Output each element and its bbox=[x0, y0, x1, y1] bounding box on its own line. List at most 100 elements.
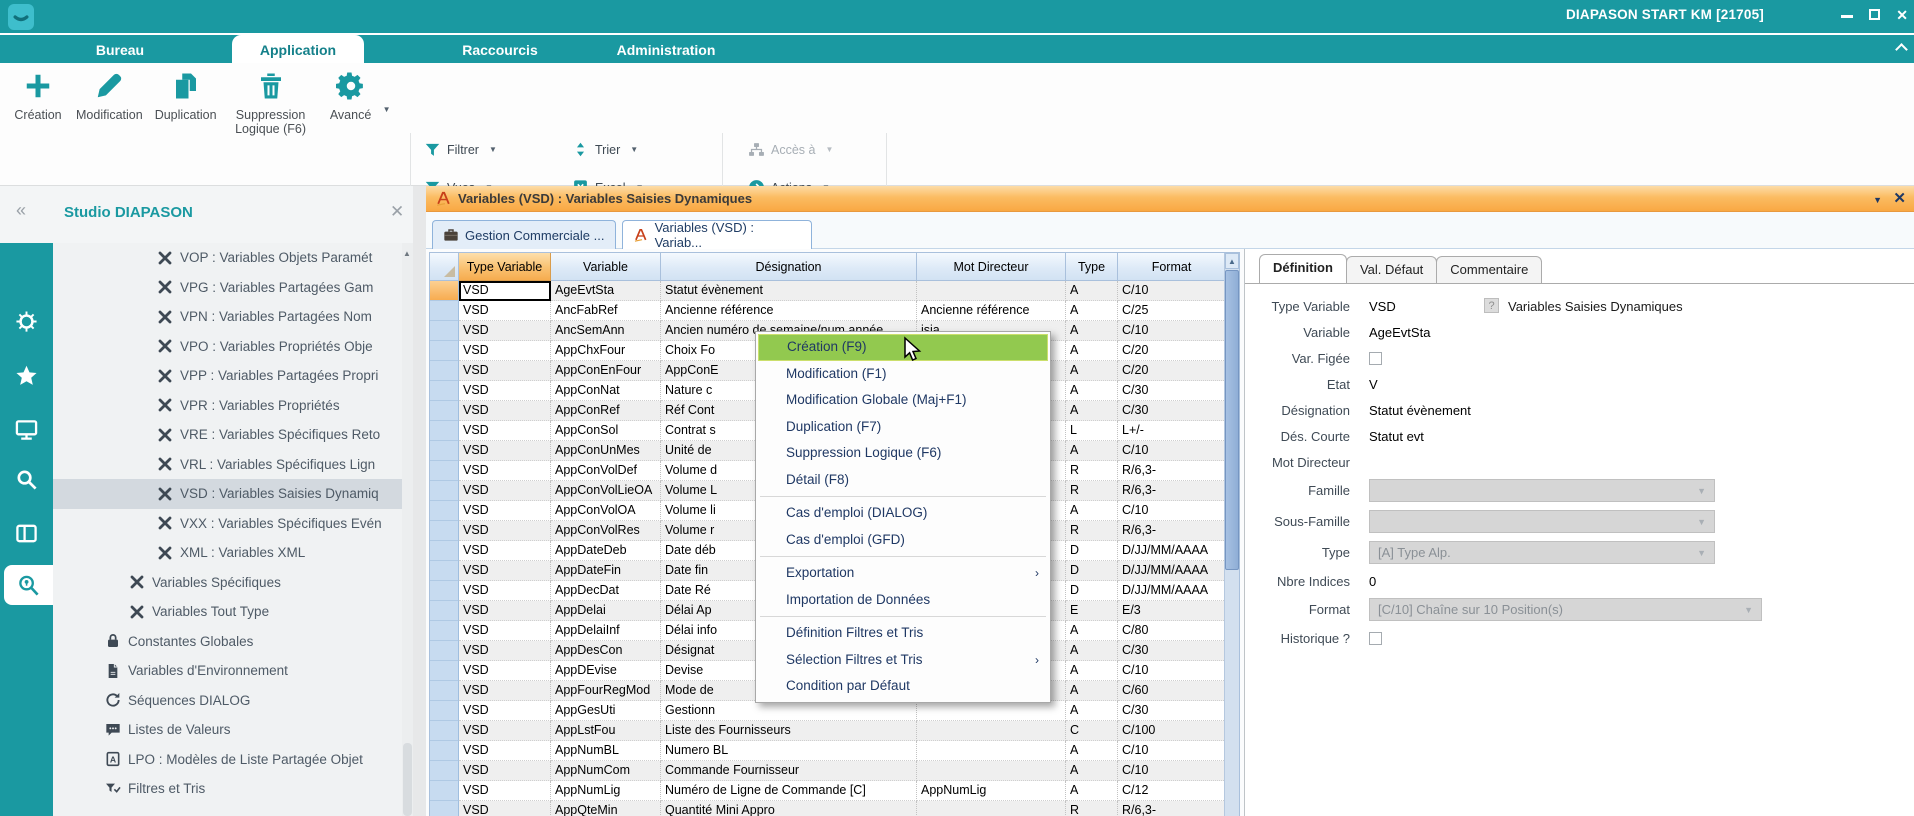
menu-tab[interactable]: Administration bbox=[588, 35, 744, 65]
minimize-button[interactable] bbox=[1841, 6, 1853, 18]
ribbon-button[interactable]: Suppression Logique (F6) bbox=[223, 71, 319, 136]
row-selector-cell[interactable] bbox=[430, 761, 459, 781]
tree-item[interactable]: VSD : Variables Saisies Dynamiq bbox=[53, 479, 403, 509]
dropdown-select[interactable]: [A] Type Alp.▼ bbox=[1369, 541, 1715, 564]
sidebar-collapse-icon[interactable]: « bbox=[16, 200, 26, 221]
grid-column-header[interactable]: Type bbox=[1066, 253, 1118, 281]
grid-scrollbar-thumb[interactable] bbox=[1225, 270, 1239, 570]
row-selector-cell[interactable] bbox=[430, 421, 459, 441]
rail-item[interactable] bbox=[0, 411, 53, 447]
row-selector-cell[interactable] bbox=[430, 401, 459, 421]
row-selector-cell[interactable] bbox=[430, 321, 459, 341]
checkbox[interactable] bbox=[1369, 632, 1382, 645]
table-row[interactable]: VSD AppNumLig Numéro de Ligne de Command… bbox=[430, 781, 1224, 801]
tree-item[interactable]: Variables Tout Type bbox=[53, 597, 403, 627]
row-selector-cell[interactable] bbox=[430, 541, 459, 561]
grid-column-header[interactable]: Désignation bbox=[661, 253, 917, 281]
close-button[interactable]: ✕ bbox=[1896, 6, 1908, 24]
row-selector-cell[interactable] bbox=[430, 641, 459, 661]
row-selector-cell[interactable] bbox=[430, 681, 459, 701]
tree-scrollbar-thumb[interactable] bbox=[403, 743, 412, 816]
grid-column-header[interactable]: Format bbox=[1118, 253, 1226, 281]
detail-tab[interactable]: Val. Défaut bbox=[1346, 256, 1437, 283]
grid-column-header[interactable]: Variable bbox=[551, 253, 661, 281]
select-all-cell[interactable] bbox=[430, 253, 459, 281]
row-selector-cell[interactable] bbox=[430, 441, 459, 461]
menu-tab[interactable]: Bureau bbox=[58, 35, 182, 65]
collapse-ribbon-icon[interactable] bbox=[1895, 43, 1908, 56]
checkbox[interactable] bbox=[1369, 352, 1382, 365]
chevron-down-icon[interactable]: ▼ bbox=[630, 145, 638, 154]
row-selector-cell[interactable] bbox=[430, 661, 459, 681]
table-row[interactable]: VSD AncFabRef Ancienne référence Ancienn… bbox=[430, 301, 1224, 321]
tree-item[interactable]: Séquences DIALOG bbox=[53, 686, 403, 716]
menu-item[interactable]: Définition Filtres et Tris bbox=[758, 620, 1048, 647]
rail-item[interactable] bbox=[0, 515, 53, 551]
menu-item[interactable]: Modification (F1) bbox=[758, 361, 1048, 388]
tree-item[interactable]: VPR : Variables Propriétés bbox=[53, 391, 403, 421]
tree-item[interactable]: LPO : Modèles de Liste Partagée Objet bbox=[53, 745, 403, 775]
menu-item[interactable]: Modification Globale (Maj+F1) bbox=[758, 387, 1048, 414]
row-selector-cell[interactable] bbox=[430, 341, 459, 361]
menu-item[interactable]: Cas d'emploi (GFD) bbox=[758, 527, 1048, 554]
tree-item[interactable]: VPP : Variables Partagées Propri bbox=[53, 361, 403, 391]
table-row[interactable]: VSD AgeEvtSta Statut évènement A C/10 bbox=[430, 281, 1224, 301]
row-selector-cell[interactable] bbox=[430, 381, 459, 401]
menu-item[interactable]: Duplication (F7) bbox=[758, 414, 1048, 441]
dropdown-select[interactable]: [C/10] Chaîne sur 10 Position(s)▼ bbox=[1369, 598, 1762, 621]
ribbon-split-button[interactable]: Accès à ▼ bbox=[748, 141, 833, 158]
ribbon-button[interactable]: Duplication bbox=[149, 71, 223, 136]
tree-item[interactable]: VXX : Variables Spécifiques Evén bbox=[53, 509, 403, 539]
tree-item[interactable]: Filtres et Tris bbox=[53, 774, 403, 804]
document-tab[interactable]: Variables (VSD) : Variab... bbox=[622, 220, 812, 249]
row-selector-cell[interactable] bbox=[430, 481, 459, 501]
chevron-down-icon[interactable]: ▼ bbox=[383, 105, 391, 114]
row-selector-cell[interactable] bbox=[430, 721, 459, 741]
dropdown-select[interactable]: ▼ bbox=[1369, 479, 1715, 502]
help-button[interactable]: ? bbox=[1484, 298, 1499, 313]
menu-item[interactable]: Suppression Logique (F6) bbox=[758, 440, 1048, 467]
menu-item[interactable]: Sélection Filtres et Tris › bbox=[758, 647, 1048, 674]
menu-item[interactable]: Condition par Défaut bbox=[758, 673, 1048, 700]
chevron-down-icon[interactable]: ▼ bbox=[825, 145, 833, 154]
table-row[interactable]: VSD AppQteMin Quantité Mini Appro R R/6,… bbox=[430, 801, 1224, 816]
menu-item[interactable]: Détail (F8) bbox=[758, 467, 1048, 494]
tree-item[interactable]: Variables Spécifiques bbox=[53, 568, 403, 598]
row-selector-cell[interactable] bbox=[430, 281, 459, 301]
row-selector-cell[interactable] bbox=[430, 501, 459, 521]
row-selector-cell[interactable] bbox=[430, 301, 459, 321]
menu-item[interactable]: Cas d'emploi (DIALOG) bbox=[758, 500, 1048, 527]
scroll-up-icon[interactable]: ▲ bbox=[1225, 253, 1239, 269]
row-selector-cell[interactable] bbox=[430, 601, 459, 621]
scroll-up-icon[interactable]: ▲ bbox=[403, 249, 411, 258]
maximize-button[interactable] bbox=[1869, 9, 1880, 20]
menu-tab[interactable]: Raccourcis bbox=[428, 35, 572, 65]
ribbon-split-button[interactable]: Filtrer ▼ bbox=[424, 141, 497, 158]
table-row[interactable]: VSD AppNumCom Commande Fournisseur A C/1… bbox=[430, 761, 1224, 781]
menu-item[interactable]: Exportation › bbox=[758, 560, 1048, 587]
grid-column-header[interactable]: Mot Directeur bbox=[917, 253, 1066, 281]
ribbon-button[interactable]: Avancé ▼ bbox=[319, 71, 383, 136]
tree-item[interactable]: VPO : Variables Propriétés Obje bbox=[53, 332, 403, 362]
tree-item[interactable]: XML : Variables XML bbox=[53, 538, 403, 568]
table-row[interactable]: VSD AppNumBL Numero BL A C/10 bbox=[430, 741, 1224, 761]
ribbon-button[interactable]: Création bbox=[6, 71, 70, 136]
app-logo-icon[interactable] bbox=[8, 4, 34, 30]
row-selector-cell[interactable] bbox=[430, 521, 459, 541]
row-selector-cell[interactable] bbox=[430, 621, 459, 641]
ribbon-split-button[interactable]: Trier ▼ bbox=[572, 141, 638, 158]
row-selector-cell[interactable] bbox=[430, 581, 459, 601]
ribbon-button[interactable]: Modification bbox=[70, 71, 149, 136]
tree-item[interactable]: VOP : Variables Objets Paramét bbox=[53, 243, 403, 273]
detail-tab[interactable]: Commentaire bbox=[1436, 256, 1542, 283]
row-selector-cell[interactable] bbox=[430, 701, 459, 721]
rail-item[interactable] bbox=[0, 303, 53, 339]
document-close-icon[interactable]: ✕ bbox=[1893, 189, 1906, 207]
grid-scrollbar[interactable]: ▲ bbox=[1224, 253, 1239, 816]
table-row[interactable]: VSD AppLstFou Liste des Fournisseurs C C… bbox=[430, 721, 1224, 741]
rail-item[interactable] bbox=[4, 565, 53, 605]
row-selector-cell[interactable] bbox=[430, 461, 459, 481]
menu-item[interactable]: Importation de Données bbox=[758, 587, 1048, 614]
row-selector-cell[interactable] bbox=[430, 741, 459, 761]
dropdown-select[interactable]: ▼ bbox=[1369, 510, 1715, 533]
